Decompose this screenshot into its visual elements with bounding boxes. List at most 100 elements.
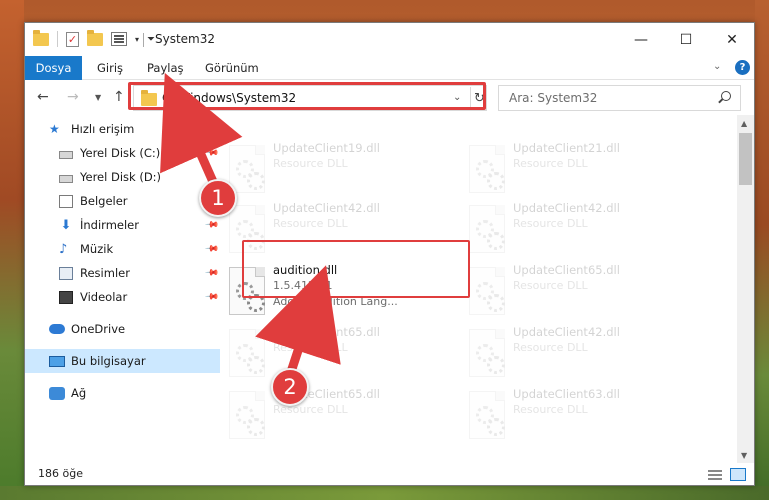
- tab-file[interactable]: Dosya: [25, 56, 82, 80]
- desktop-background-left: [0, 0, 24, 500]
- gear-icon: [476, 282, 505, 312]
- sidebar-item-videos[interactable]: Videolar 📌: [25, 285, 220, 309]
- sidebar-item-label: İndirmeler: [80, 218, 139, 232]
- gear-icon: [476, 344, 505, 374]
- gear-icon: [476, 220, 505, 250]
- file-type: Resource DLL: [273, 217, 348, 230]
- vertical-scrollbar[interactable]: ▲ ▼: [737, 115, 754, 463]
- file-type: Resource DLL: [513, 403, 588, 416]
- status-bar: 186 öğe: [25, 463, 754, 485]
- file-name: UpdateClient42.dll: [513, 325, 620, 339]
- large-icons-view-icon[interactable]: [730, 468, 746, 481]
- sidebar-item-downloads[interactable]: ⬇ İndirmeler 📌: [25, 213, 220, 237]
- file-item[interactable]: UpdateClient19.dll Resource DLL: [221, 139, 447, 199]
- file-type: Resource DLL: [513, 341, 588, 354]
- address-bar-highlight: [128, 82, 486, 110]
- dll-file-icon: [229, 391, 265, 439]
- sidebar-item-label: Yerel Disk (C:): [80, 146, 161, 160]
- pin-icon[interactable]: 📌: [204, 289, 219, 304]
- minimize-button[interactable]: —: [618, 23, 664, 56]
- scroll-up-icon[interactable]: ▲: [741, 119, 747, 128]
- item-count: 186 öğe: [38, 467, 83, 480]
- file-item[interactable]: UpdateClient65.dll Resource DLL: [461, 261, 687, 321]
- sidebar-item-documents[interactable]: Belgeler 📌: [25, 189, 220, 213]
- file-highlight: [242, 240, 470, 298]
- file-type: Resource DLL: [513, 279, 588, 292]
- file-type: Resource DLL: [273, 157, 348, 170]
- new-folder-icon[interactable]: [87, 29, 103, 46]
- sidebar-item-label: Videolar: [80, 290, 128, 304]
- file-item[interactable]: UpdateClient65.dll Resource DLL: [221, 323, 447, 383]
- back-arrow-icon[interactable]: ←: [37, 89, 49, 105]
- title-divider: [143, 33, 144, 47]
- search-placeholder: Ara: System32: [509, 91, 598, 105]
- sidebar-item-local-disk-d[interactable]: Yerel Disk (D:): [25, 165, 220, 189]
- sidebar-item-music[interactable]: ♪ Müzik 📌: [25, 237, 220, 261]
- recent-locations-icon[interactable]: ▼: [95, 93, 101, 102]
- sidebar-item-quick-access[interactable]: ★ Hızlı erişim: [25, 117, 220, 141]
- file-type: Resource DLL: [273, 341, 348, 354]
- sidebar-item-label: Hızlı erişim: [71, 122, 135, 136]
- forward-arrow-icon[interactable]: →: [67, 89, 79, 105]
- file-item[interactable]: UpdateClient21.dll Resource DLL: [461, 139, 687, 199]
- desktop-background-bottom: [0, 486, 769, 500]
- dll-file-icon: [229, 145, 265, 193]
- sidebar-item-pictures[interactable]: Resimler 📌: [25, 261, 220, 285]
- scroll-down-icon[interactable]: ▼: [741, 451, 747, 460]
- properties-check-icon[interactable]: ✓: [66, 31, 79, 47]
- help-icon[interactable]: ?: [735, 60, 750, 75]
- file-name: UpdateClient63.dll: [513, 387, 620, 401]
- customize-toolbar-icon[interactable]: ▾: [135, 35, 139, 44]
- file-name: UpdateClient42.dll: [513, 201, 620, 215]
- file-item[interactable]: UpdateClient63.dll Resource DLL: [461, 385, 687, 445]
- chevron-down-icon[interactable]: ⌄: [713, 61, 721, 72]
- maximize-button[interactable]: ☐: [663, 23, 709, 56]
- toolbar-chevron-icon[interactable]: ⏷: [147, 34, 155, 45]
- pin-icon[interactable]: 📌: [204, 265, 219, 280]
- sidebar-item-label: Yerel Disk (D:): [80, 170, 162, 184]
- sidebar-item-network[interactable]: Ağ: [25, 381, 220, 405]
- file-item[interactable]: UpdateClient42.dll Resource DLL: [461, 199, 687, 259]
- pictures-icon: [59, 266, 73, 280]
- dll-file-icon: [469, 329, 505, 377]
- sidebar-item-label: Resimler: [80, 266, 130, 280]
- up-arrow-icon[interactable]: ↑: [113, 89, 125, 105]
- sidebar-item-label: Müzik: [80, 242, 114, 256]
- search-input[interactable]: Ara: System32: [498, 85, 741, 111]
- download-icon: ⬇: [60, 217, 72, 233]
- file-name: UpdateClient21.dll: [513, 141, 620, 155]
- toolbar-divider: [57, 31, 58, 47]
- music-icon: ♪: [59, 241, 68, 257]
- dll-file-icon: [469, 145, 505, 193]
- gear-icon: [236, 344, 265, 374]
- file-name: UpdateClient19.dll: [273, 141, 380, 155]
- cloud-icon: [49, 324, 65, 334]
- file-item[interactable]: UpdateClient42.dll Resource DLL: [461, 323, 687, 383]
- search-icon[interactable]: [721, 91, 731, 101]
- desktop-background-right: [755, 0, 769, 500]
- pin-icon[interactable]: 📌: [204, 145, 219, 160]
- network-icon: [49, 386, 65, 400]
- file-name: UpdateClient42.dll: [273, 201, 380, 215]
- pin-icon[interactable]: 📌: [204, 241, 219, 256]
- file-name: UpdateClient65.dll: [513, 263, 620, 277]
- scroll-thumb[interactable]: [739, 133, 752, 185]
- sidebar-item-local-disk-c[interactable]: Yerel Disk (C:) 📌: [25, 141, 220, 165]
- tab-home[interactable]: Giriş: [97, 61, 123, 75]
- tab-share[interactable]: Paylaş: [147, 61, 184, 75]
- details-view-icon[interactable]: [707, 469, 723, 481]
- drive-icon: [59, 150, 73, 159]
- tab-view[interactable]: Görünüm: [205, 61, 259, 75]
- dll-file-icon: [469, 205, 505, 253]
- view-properties-icon[interactable]: [111, 32, 127, 46]
- ribbon-tabs: Dosya Giriş Paylaş Görünüm ⌄ ?: [25, 56, 754, 80]
- document-icon: [59, 194, 73, 208]
- close-button[interactable]: ✕: [709, 23, 754, 56]
- file-item[interactable]: UpdateClient65.dll Resource DLL: [221, 385, 447, 445]
- pin-icon[interactable]: 📌: [204, 217, 219, 232]
- video-icon: [59, 290, 73, 304]
- sidebar-item-label: Ağ: [71, 386, 87, 400]
- sidebar-item-onedrive[interactable]: OneDrive: [25, 317, 220, 341]
- title-bar: ✓ ▾ ⏷ System32 — ☐ ✕: [25, 23, 754, 56]
- sidebar-item-this-pc[interactable]: Bu bilgisayar: [25, 349, 220, 373]
